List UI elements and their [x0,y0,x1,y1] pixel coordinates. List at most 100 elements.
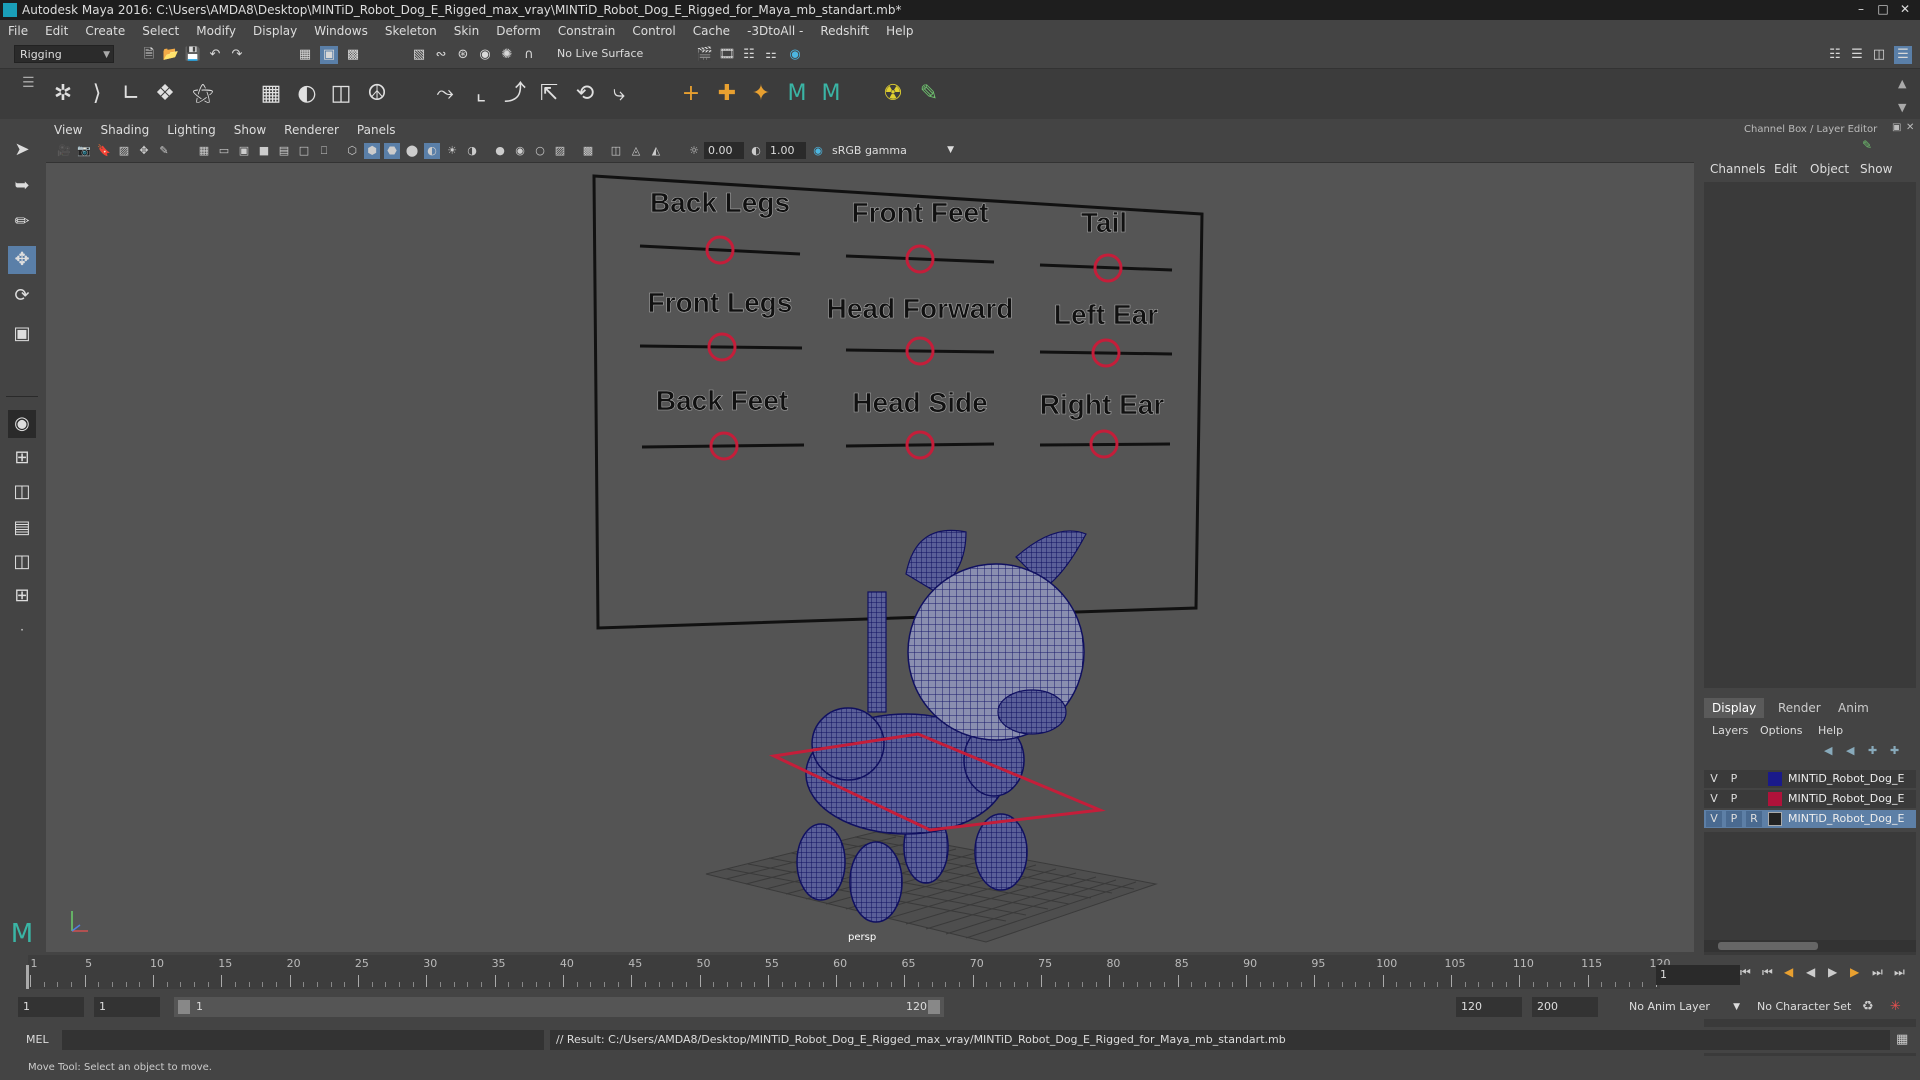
viewport-menu-view[interactable]: View [54,123,82,137]
menu-deform[interactable]: Deform [496,24,541,38]
time-slider-track[interactable]: 1 5 10 15 20 25 30 35 40 45 50 55 60 65 70 75 80 85 90 95 10… [28,955,1671,989]
menu-edit[interactable]: Edit [45,24,68,38]
camera-attributes-icon[interactable]: 📷 [76,143,92,159]
animation-start-field[interactable]: 1 [18,997,84,1017]
ik-handle-icon[interactable]: ⟩ [82,79,112,109]
snap-surface-icon[interactable]: ✺ [498,46,516,64]
channels-menu-edit[interactable]: Edit [1774,162,1797,176]
toolbox-more-icon[interactable]: · [8,616,36,644]
locator-icon[interactable]: + [676,79,706,109]
time-slider[interactable]: 1 5 10 15 20 25 30 35 40 45 50 55 60 65 70 75 80 85 90 95 10… [0,955,1920,995]
attribute-editor-icon[interactable]: ☰ [1848,46,1866,64]
new-scene-icon[interactable]: 🗎 [140,46,158,64]
grease-pencil-icon[interactable]: ✎ [156,143,172,159]
layer-visibility-toggle[interactable]: V [1706,771,1722,787]
exposure-icon[interactable]: ☼ [686,143,702,159]
range-slider-bar[interactable]: 1 120 [174,997,944,1017]
mirror-joint-icon[interactable]: ⚝ [188,79,218,109]
film-gate-icon[interactable]: ▭ [216,143,232,159]
resolution-gate-icon[interactable]: ▣ [236,143,252,159]
layer-tab-anim[interactable]: Anim [1830,698,1877,718]
mode-dropdown[interactable]: Rigging ▼ [14,45,114,63]
auto-key-icon[interactable]: ♻ [1862,999,1874,1014]
grid-icon[interactable]: ▦ [196,143,212,159]
maya-home-icon[interactable]: M [8,920,36,948]
joint-tool-icon[interactable]: ✲ [48,79,78,109]
open-scene-icon[interactable]: 📂 [162,46,180,64]
snap-view-icon[interactable]: ◉ [476,46,494,64]
menu-windows[interactable]: Windows [314,24,368,38]
persp-outliner-layout-icon[interactable]: ◫ [8,478,36,506]
step-back-key-icon[interactable]: ⏮ [1762,965,1773,980]
layer-hscrollbar-thumb[interactable] [1718,942,1818,950]
motion-blur-icon[interactable]: ◉ [512,143,528,159]
bookmark-icon[interactable]: 🔖 [96,143,112,159]
layer-hscrollbar[interactable] [1704,940,1916,952]
color-management-icon[interactable]: ◉ [810,143,826,159]
redo-icon[interactable]: ↷ [228,46,246,64]
render-view-icon[interactable]: ◉ [786,46,804,64]
isolate-select-icon[interactable]: ▩ [580,143,596,159]
step-forward-key-icon[interactable]: ⏭ [1872,965,1883,980]
set-driven-key-icon[interactable]: ✚ [712,79,742,109]
scale-tool-icon[interactable]: ▣ [8,320,36,348]
layer-display-type-toggle[interactable] [1746,771,1762,787]
new-layer-selected-icon[interactable]: ✚ [1890,744,1899,757]
live-surface-field[interactable]: No Live Surface [552,45,654,63]
channels-menu-object[interactable]: Object [1810,162,1849,176]
menu-select[interactable]: Select [142,24,179,38]
animation-preferences-icon[interactable]: ✳ [1890,999,1901,1014]
channels-menu-channels[interactable]: Channels [1710,162,1766,176]
ipr-render-icon[interactable]: 🎞 [718,46,736,64]
layer-playback-toggle[interactable]: P [1726,771,1742,787]
viewport-menu-shading[interactable]: Shading [100,123,149,137]
layer-visibility-toggle[interactable]: V [1706,811,1722,827]
aim-constraint-icon[interactable]: ⟲ [570,79,600,109]
layer-display-type-toggle[interactable]: R [1746,811,1762,827]
viewport-menu-lighting[interactable]: Lighting [167,123,216,137]
paint-weights-icon[interactable]: ◐ [292,79,322,109]
menu-modify[interactable]: Modify [196,24,236,38]
maximize-icon[interactable]: □ [1874,2,1892,16]
cluster-icon[interactable]: ☮ [362,79,392,109]
play-forwards-icon[interactable]: ▶ [1828,965,1837,979]
menu-create[interactable]: Create [85,24,125,38]
scale-constraint-icon[interactable]: ⇱ [534,79,564,109]
snap-curve-icon[interactable]: ∾ [432,46,450,64]
select-tool-icon[interactable]: ➤ [8,136,36,164]
layer-row-selected[interactable]: V P R MINTiD_Robot_Dog_E [1704,810,1916,828]
exposure-field[interactable]: 0.00 [704,142,744,159]
wireframe-icon[interactable]: ⬡ [344,143,360,159]
use-lights-icon[interactable]: ☀ [444,143,460,159]
move-layer-down-icon[interactable]: ◀ [1846,744,1854,757]
point-constraint-icon[interactable]: ⌞ [466,79,496,109]
safe-action-icon[interactable]: □ [296,143,312,159]
bind-skin-icon[interactable]: ▦ [256,79,286,109]
four-view-layout-icon[interactable]: ⊞ [8,444,36,472]
play-backwards-icon[interactable]: ◀ [1806,965,1815,979]
skeleton-display-icon[interactable]: ☢ [878,79,908,109]
snap-point-icon[interactable]: ⊛ [454,46,472,64]
hik-control-icon[interactable]: M [816,79,846,109]
snap-grid-icon[interactable]: ▧ [410,46,428,64]
smooth-shade-icon[interactable]: ⬢ [364,143,380,159]
move-tool-icon[interactable]: ✥ [8,246,36,274]
viewport-3d-scene[interactable]: Back Legs Front Feet Tail Front Legs Hea… [46,162,1694,952]
select-component-icon[interactable]: ▩ [344,46,362,64]
shelf-menu-icon[interactable]: ☰ [22,75,35,91]
menu-skin[interactable]: Skin [454,24,480,38]
hypershade-icon[interactable]: ⚏ [762,46,780,64]
select-object-icon[interactable]: ▣ [320,46,338,64]
minimize-icon[interactable]: – [1852,2,1870,16]
step-back-frame-icon[interactable]: ◀ [1784,965,1793,979]
hypershade-layout-icon[interactable]: ⊞ [8,582,36,610]
shadows-icon[interactable]: ◑ [464,143,480,159]
gate-mask-icon[interactable]: ■ [256,143,272,159]
layer-color-swatch[interactable] [1768,812,1782,826]
image-plane-icon[interactable]: ▨ [116,143,132,159]
menu-file[interactable]: File [8,24,28,38]
menu-cache[interactable]: Cache [693,24,730,38]
layer-playback-toggle[interactable]: P [1726,811,1742,827]
cluster-handle-icon[interactable]: ✦ [746,79,776,109]
ambient-occlusion-icon[interactable]: ● [492,143,508,159]
